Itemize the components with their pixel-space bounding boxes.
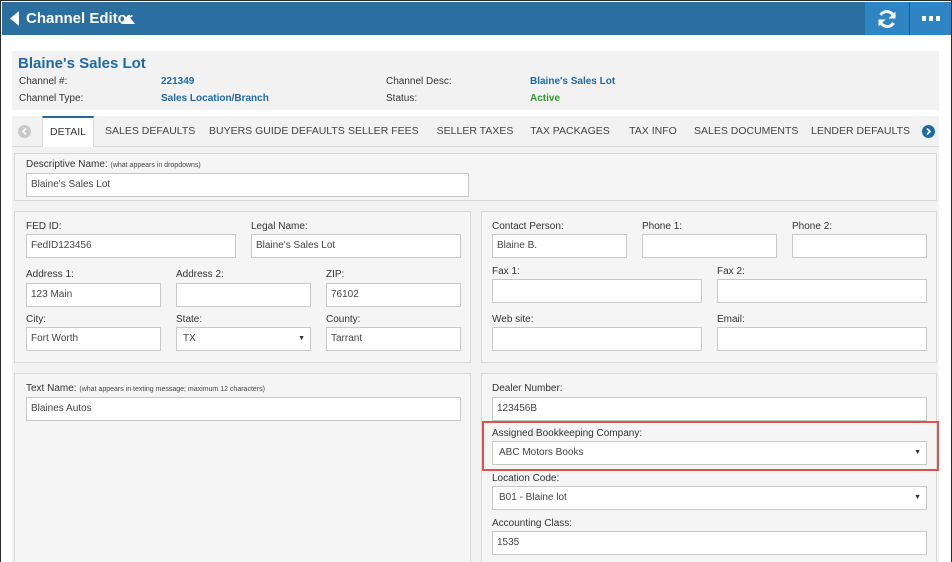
text-name-input[interactable]: Blaines Autos (26, 397, 461, 421)
more-dots-icon (922, 15, 940, 21)
channel-desc-label: Channel Desc: (386, 76, 452, 87)
tab-scroll-right-button[interactable] (922, 125, 935, 138)
location-code-select-value: B01 - Blaine lot (499, 492, 567, 503)
refresh-icon (878, 9, 896, 28)
caret-up-icon[interactable] (121, 15, 135, 24)
county-label: County: (326, 314, 361, 325)
tab-sales-documents[interactable]: SALES DOCUMENTS (694, 116, 798, 147)
dropdown-arrow-icon: ▼ (298, 335, 305, 342)
channel-num-value: 221349 (161, 76, 195, 87)
zip-input[interactable]: 76102 (326, 283, 461, 307)
top-bar: Channel Editor (2, 2, 951, 35)
tab-tax-packages[interactable]: TAX PACKAGES (528, 116, 612, 147)
legal-name-input[interactable]: Blaine's Sales Lot (251, 234, 461, 258)
city-input[interactable]: Fort Worth (26, 327, 161, 351)
tab-scroll-left-button[interactable] (18, 125, 31, 138)
website-label: Web site: (492, 314, 534, 325)
text-name-label: Text Name: (what appears in texting mess… (26, 383, 265, 394)
channel-type-label: Channel Type: (19, 93, 84, 104)
channel-editor-window: Channel Editor Blaine's Sales Lot Channe… (0, 0, 952, 562)
contact-person-input[interactable]: Blaine B. (492, 234, 627, 258)
contact-person-label: Contact Person: (492, 221, 564, 232)
address2-input[interactable] (176, 283, 311, 307)
fax1-input[interactable] (492, 279, 702, 303)
phone2-label: Phone 2: (792, 221, 833, 232)
refresh-button[interactable] (865, 2, 909, 35)
tab-seller-taxes[interactable]: SELLER TAXES (434, 116, 516, 147)
dropdown-arrow-icon: ▼ (914, 494, 921, 501)
dealer-number-label: Dealer Number: (492, 383, 563, 394)
bookkeeping-highlight-box (482, 421, 939, 471)
tab-buyers-guide-defaults[interactable]: BUYERS GUIDE DEFAULTS (209, 116, 345, 147)
location-code-select[interactable]: B01 - Blaine lot ▼ (492, 486, 927, 510)
status-value: Active (530, 93, 561, 104)
chevron-left-icon (21, 128, 27, 135)
phone1-input[interactable] (642, 234, 777, 258)
city-label: City: (26, 314, 46, 325)
website-input[interactable] (492, 327, 702, 351)
channel-header: Blaine's Sales Lot Channel #: 221349 Cha… (12, 51, 939, 110)
descriptive-name-label: Descriptive Name: (what appears in dropd… (26, 159, 201, 170)
back-arrow-icon[interactable] (10, 11, 20, 26)
channel-num-label: Channel #: (19, 76, 68, 87)
fed-id-label: FED ID: (26, 221, 62, 232)
fax2-input[interactable] (717, 279, 927, 303)
chevron-right-icon (926, 128, 932, 135)
zip-label: ZIP: (326, 269, 345, 280)
channel-type-value: Sales Location/Branch (161, 93, 269, 104)
state-select-value: TX (183, 333, 196, 344)
descriptive-name-input[interactable]: Blaine's Sales Lot (26, 173, 469, 197)
state-label: State: (176, 314, 203, 325)
county-input[interactable]: Tarrant (326, 327, 461, 351)
state-select[interactable]: TX ▼ (176, 327, 311, 351)
app-title[interactable]: Channel Editor (26, 10, 133, 27)
more-options-button[interactable] (910, 2, 951, 35)
tab-tax-info[interactable]: TAX INFO (623, 116, 683, 147)
tab-detail[interactable]: DETAIL (42, 116, 94, 148)
channel-desc-value: Blaine's Sales Lot (530, 76, 616, 87)
fed-id-input[interactable]: FedID123456 (26, 234, 236, 258)
address2-label: Address 2: (176, 269, 224, 280)
accounting-class-input[interactable]: 1535 (492, 531, 927, 555)
accounting-class-label: Accounting Class: (492, 518, 573, 529)
phone1-label: Phone 1: (642, 221, 683, 232)
location-code-label: Location Code: (492, 473, 560, 484)
fax2-label: Fax 2: (717, 266, 745, 277)
phone2-input[interactable] (792, 234, 927, 258)
fax1-label: Fax 1: (492, 266, 520, 277)
status-label: Status: (386, 93, 418, 104)
tab-sales-defaults[interactable]: SALES DEFAULTS (105, 116, 195, 147)
tab-seller-fees[interactable]: SELLER FEES (348, 116, 419, 147)
tab-bar: DETAIL SALES DEFAULTS BUYERS GUIDE DEFAU… (12, 116, 939, 148)
tab-lender-defaults[interactable]: LENDER DEFAULTS (811, 116, 910, 147)
dealer-number-input[interactable]: 123456B (492, 397, 927, 421)
channel-name-title: Blaine's Sales Lot (18, 55, 146, 72)
address1-label: Address 1: (26, 269, 74, 280)
address1-input[interactable]: 123 Main (26, 283, 161, 307)
email-label: Email: (717, 314, 745, 325)
legal-name-label: Legal Name: (251, 221, 308, 232)
email-input[interactable] (717, 327, 927, 351)
